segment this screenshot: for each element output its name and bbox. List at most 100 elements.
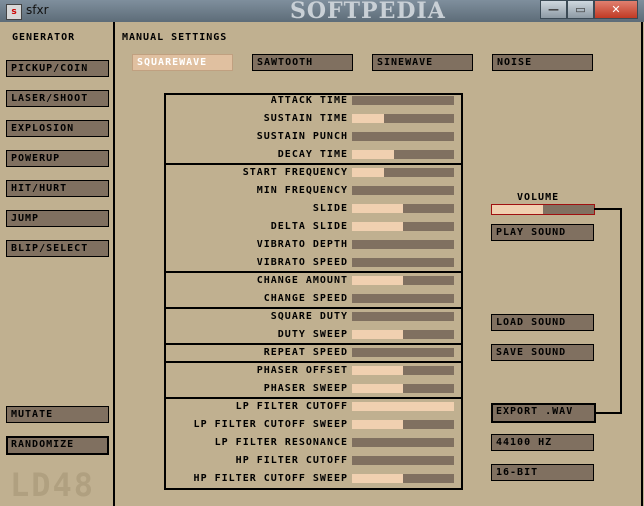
maximize-button[interactable]: ▭ [567,0,594,19]
param-slider-attack-time[interactable] [352,96,454,105]
param-slider-hp-filter-cutoff[interactable] [352,456,454,465]
wave-button-sawtooth[interactable]: SAWTOOTH [252,54,353,71]
export-wav-button[interactable]: EXPORT .WAV [491,403,596,423]
param-slider-sustain-time[interactable] [352,114,454,123]
param-label-start-frequency: START FREQUENCY [242,167,348,178]
connector-top [594,208,622,210]
param-label-attack-time: ATTACK TIME [270,95,348,106]
manual-settings-heading: MANUAL SETTINGS [122,32,228,43]
window-title: sfxr [26,3,49,17]
param-group-separator [164,361,463,363]
generator-button-laser-shoot[interactable]: LASER/SHOOT [6,90,109,107]
param-group-separator [164,163,463,165]
param-fill-lp-filter-cutoff-sweep [352,420,403,429]
param-slider-start-frequency[interactable] [352,168,454,177]
param-fill-delta-slide [352,222,403,231]
param-fill-start-frequency [352,168,384,177]
param-slider-change-amount[interactable] [352,276,454,285]
generator-button-blip-select[interactable]: BLIP/SELECT [6,240,109,257]
load-sound-button[interactable]: LOAD SOUND [491,314,594,331]
generator-button-explosion[interactable]: EXPLOSION [6,120,109,137]
param-group-separator [164,343,463,345]
wave-button-sinewave[interactable]: SINEWAVE [372,54,473,71]
generator-heading: GENERATOR [12,32,76,43]
param-label-phaser-offset: PHASER OFFSET [256,365,348,376]
connector-vertical [620,208,622,414]
param-slider-repeat-speed[interactable] [352,348,454,357]
param-fill-phaser-sweep [352,384,403,393]
randomize-button[interactable]: RANDOMIZE [6,436,109,455]
param-label-delta-slide: DELTA SLIDE [270,221,348,232]
param-slider-lp-filter-resonance[interactable] [352,438,454,447]
param-slider-vibrato-speed[interactable] [352,258,454,267]
param-group-separator [164,307,463,309]
wave-button-noise[interactable]: NOISE [492,54,593,71]
param-label-min-frequency: MIN FREQUENCY [256,185,348,196]
generator-button-hit-hurt[interactable]: HIT/HURT [6,180,109,197]
param-label-vibrato-depth: VIBRATO DEPTH [256,239,348,250]
volume-label: VOLUME [517,192,560,203]
param-label-vibrato-speed: VIBRATO SPEED [256,257,348,268]
generator-button-jump[interactable]: JUMP [6,210,109,227]
param-label-slide: SLIDE [312,203,348,214]
param-fill-decay-time [352,150,394,159]
param-fill-duty-sweep [352,330,403,339]
close-button[interactable]: ✕ [594,0,638,19]
param-slider-lp-filter-cutoff[interactable] [352,402,454,411]
param-label-hp-filter-cutoff: HP FILTER CUTOFF [235,455,348,466]
mutate-button[interactable]: MUTATE [6,406,109,423]
sample-rate-button[interactable]: 44100 HZ [491,434,594,451]
param-fill-hp-filter-cutoff-sweep [352,474,403,483]
save-sound-button[interactable]: SAVE SOUND [491,344,594,361]
app-canvas: GENERATOR PICKUP/COIN LASER/SHOOT EXPLOSIO… [0,22,644,506]
param-slider-lp-filter-cutoff-sweep[interactable] [352,420,454,429]
param-label-square-duty: SQUARE DUTY [270,311,348,322]
param-slider-square-duty[interactable] [352,312,454,321]
title-bar: s sfxr SOFTPEDIA — ▭ ✕ [0,0,644,24]
param-label-decay-time: DECAY TIME [277,149,348,160]
play-sound-button[interactable]: PLAY SOUND [491,224,594,241]
param-slider-delta-slide[interactable] [352,222,454,231]
param-fill-change-amount [352,276,403,285]
minimize-button[interactable]: — [540,0,567,19]
param-label-change-amount: CHANGE AMOUNT [256,275,348,286]
param-label-duty-sweep: DUTY SWEEP [277,329,348,340]
generator-button-pickup-coin[interactable]: PICKUP/COIN [6,60,109,77]
wave-button-squarewave[interactable]: SQUAREWAVE [132,54,233,71]
param-slider-min-frequency[interactable] [352,186,454,195]
param-label-change-speed: CHANGE SPEED [263,293,348,304]
volume-fill [492,205,543,214]
param-slider-phaser-offset[interactable] [352,366,454,375]
param-label-phaser-sweep: PHASER SWEEP [263,383,348,394]
param-group-separator [164,397,463,399]
watermark: SOFTPEDIA [290,0,446,24]
param-slider-duty-sweep[interactable] [352,330,454,339]
param-label-lp-filter-cutoff-sweep: LP FILTER CUTOFF SWEEP [193,419,348,430]
volume-slider[interactable] [491,204,595,215]
bit-depth-button[interactable]: 16-BIT [491,464,594,481]
ld48-logo: LD48 [10,466,96,504]
app-icon: s [6,4,22,20]
param-label-sustain-time: SUSTAIN TIME [263,113,348,124]
param-slider-hp-filter-cutoff-sweep[interactable] [352,474,454,483]
divider-left [113,22,115,506]
param-label-repeat-speed: REPEAT SPEED [263,347,348,358]
param-slider-slide[interactable] [352,204,454,213]
connector-bottom [596,412,622,414]
param-slider-sustain-punch[interactable] [352,132,454,141]
param-slider-change-speed[interactable] [352,294,454,303]
param-fill-slide [352,204,403,213]
param-slider-decay-time[interactable] [352,150,454,159]
param-label-hp-filter-cutoff-sweep: HP FILTER CUTOFF SWEEP [193,473,348,484]
param-group-separator [164,271,463,273]
generator-button-powerup[interactable]: POWERUP [6,150,109,167]
param-fill-sustain-time [352,114,384,123]
divider-right [641,22,643,506]
param-slider-phaser-sweep[interactable] [352,384,454,393]
param-label-lp-filter-cutoff: LP FILTER CUTOFF [235,401,348,412]
param-slider-vibrato-depth[interactable] [352,240,454,249]
param-label-sustain-punch: SUSTAIN PUNCH [256,131,348,142]
param-fill-lp-filter-cutoff [352,402,454,411]
param-fill-phaser-offset [352,366,403,375]
param-label-lp-filter-resonance: LP FILTER RESONANCE [214,437,348,448]
